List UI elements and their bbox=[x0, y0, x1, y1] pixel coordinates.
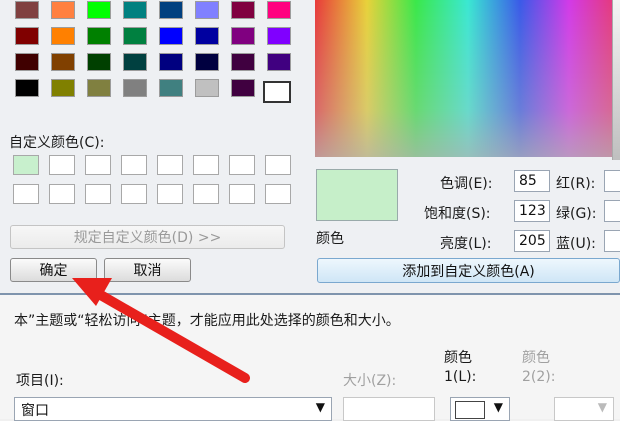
annotation-arrow-icon bbox=[72, 278, 250, 383]
annotation-arrow-shaft bbox=[87, 285, 250, 383]
